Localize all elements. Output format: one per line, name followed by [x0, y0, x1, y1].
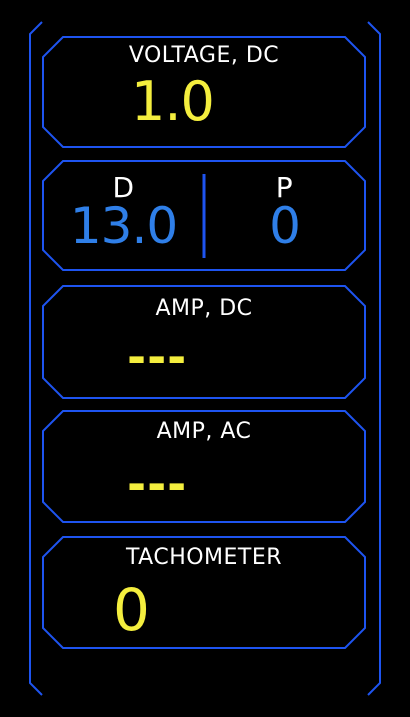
- voltage-dc-value: 1.0: [131, 70, 215, 133]
- d-value: 13.0: [69, 197, 178, 255]
- tachometer-panel: TACHOMETER 0: [43, 537, 365, 648]
- p-value: 0: [269, 197, 301, 255]
- d-section: D 13.0: [43, 161, 204, 270]
- amp-dc-panel: AMP, DC ---: [43, 286, 365, 398]
- dp-panel: D 13.0 P 0: [43, 161, 365, 270]
- amp-ac-value: ---: [127, 457, 188, 511]
- amp-ac-panel: AMP, AC ---: [43, 411, 365, 522]
- voltage-dc-label: VOLTAGE, DC: [128, 43, 280, 68]
- tachometer-value: 0: [113, 576, 150, 644]
- voltage-dc-panel: VOLTAGE, DC 1.0: [43, 37, 365, 147]
- outer-frame-right: [367, 21, 381, 696]
- outer-frame-left: [29, 21, 43, 696]
- tachometer-label: TACHOMETER: [125, 545, 283, 570]
- amp-dc-label: AMP, DC: [155, 296, 253, 321]
- amp-dc-value: ---: [127, 330, 188, 384]
- amp-ac-label: AMP, AC: [156, 419, 252, 444]
- p-section: P 0: [204, 161, 365, 270]
